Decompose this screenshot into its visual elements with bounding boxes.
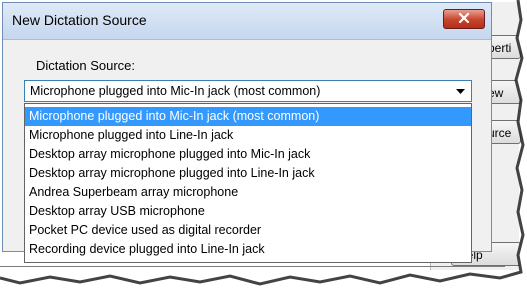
chevron-down-icon[interactable] [453, 85, 467, 98]
screenshot-frame: perti ew urce Help New Dictation Source … [0, 0, 527, 295]
dictation-source-dropdown-list: Microphone plugged into Mic-In jack (mos… [24, 103, 472, 263]
title-bar: New Dictation Source [3, 3, 491, 40]
dictation-source-label: Dictation Source: [36, 58, 135, 73]
dropdown-option[interactable]: Recording device plugged into Line-In ja… [25, 240, 471, 259]
dropdown-option[interactable]: Andrea Superbeam array microphone [25, 183, 471, 202]
combobox-selected-value: Microphone plugged into Mic-In jack (mos… [30, 84, 321, 98]
divider [0, 266, 505, 267]
close-button[interactable] [443, 9, 485, 29]
dropdown-option[interactable]: Desktop array microphone plugged into Mi… [25, 145, 471, 164]
dropdown-option[interactable]: Pocket PC device used as digital recorde… [25, 221, 471, 240]
dictation-source-combobox[interactable]: Microphone plugged into Mic-In jack (mos… [24, 80, 472, 102]
close-icon [458, 10, 470, 28]
dialog-title: New Dictation Source [12, 12, 147, 28]
dropdown-option[interactable]: Desktop array USB microphone [25, 202, 471, 221]
dropdown-option[interactable]: Microphone plugged into Mic-In jack (mos… [25, 107, 471, 126]
dropdown-option[interactable]: Desktop array microphone plugged into Li… [25, 164, 471, 183]
new-dictation-source-dialog: New Dictation Source Dictation Source: M… [2, 2, 492, 263]
dropdown-option[interactable]: Microphone plugged into Line-In jack [25, 126, 471, 145]
